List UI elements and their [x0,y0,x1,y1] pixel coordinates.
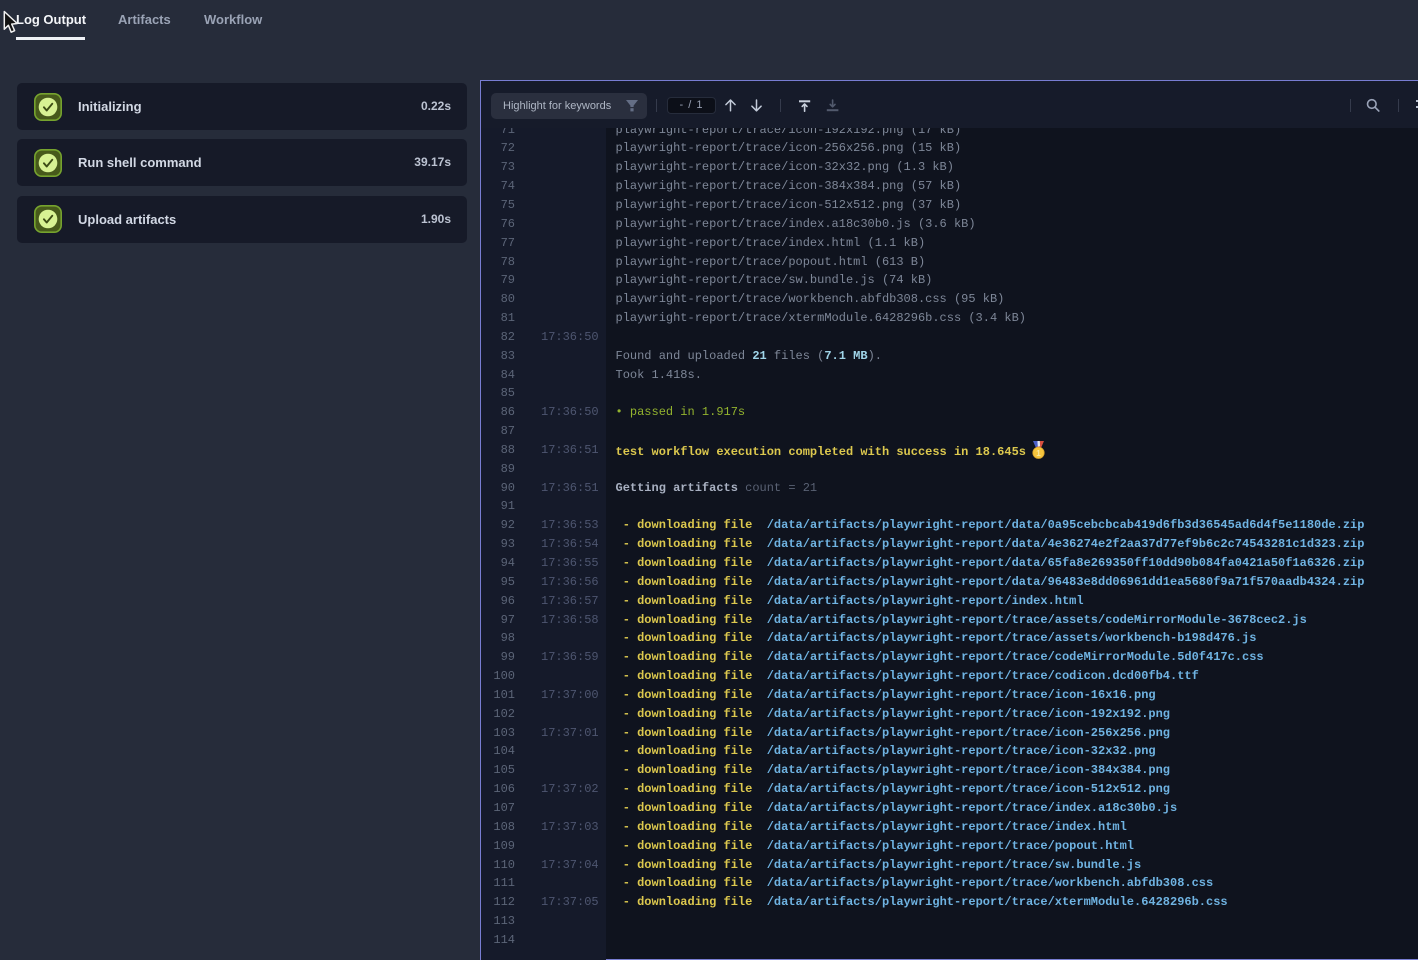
svg-text:1: 1 [1036,449,1041,458]
